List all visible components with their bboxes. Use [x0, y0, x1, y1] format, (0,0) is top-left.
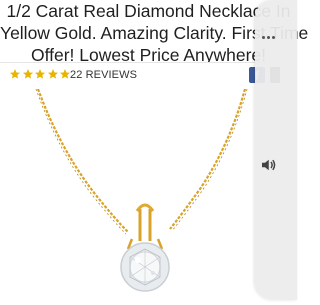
- product-title-line-2: Yellow Gold. Amazing Clarity. First Time: [0, 23, 309, 43]
- more-dots-icon[interactable]: [262, 30, 286, 44]
- star-icon: [22, 69, 33, 79]
- product-title: 1/2 Carat Real Diamond Necklace In Yello…: [0, 0, 309, 66]
- star-rating[interactable]: [9, 68, 72, 82]
- star-icon: [35, 69, 45, 79]
- speaker-sound-icon[interactable]: [257, 154, 279, 176]
- star-icon: [10, 69, 20, 79]
- speaker-icon-graphic: [262, 159, 276, 171]
- product-image: [0, 88, 297, 300]
- reviews-link[interactable]: 22 REVIEWS: [70, 69, 137, 81]
- star-icon: [47, 69, 58, 79]
- necklace-image: [35, 88, 248, 292]
- product-title-line-1: 1/2 Carat Real Diamond Necklace In: [6, 1, 291, 21]
- side-overlay-panel[interactable]: [255, 0, 297, 300]
- rating-bar: 22 REVIEWS f: [0, 62, 297, 90]
